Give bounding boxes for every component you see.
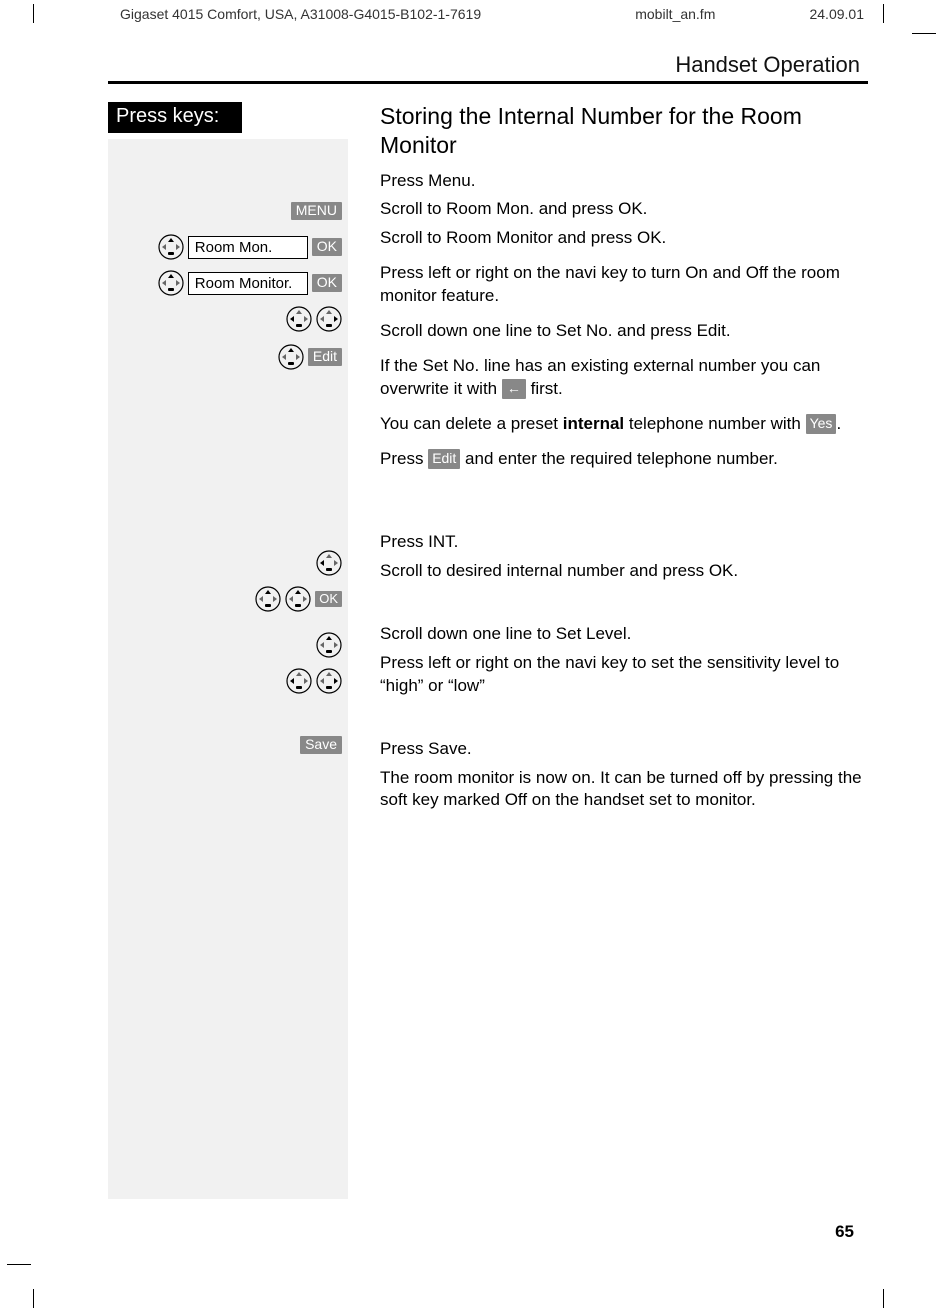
ok-button: OK <box>312 274 342 292</box>
key-row-down <box>108 631 342 659</box>
navi-key-icon <box>285 586 311 612</box>
doc-id: Gigaset 4015 Comfort, USA, A31008-G4015-… <box>120 6 481 22</box>
navi-left-icon <box>286 306 312 332</box>
navi-int-icon <box>316 550 342 576</box>
navi-key-icon <box>158 270 184 296</box>
doc-header: Gigaset 4015 Comfort, USA, A31008-G4015-… <box>120 6 864 22</box>
room-monitor-field: Room Monitor. <box>188 272 308 295</box>
key-row-lr <box>108 305 342 333</box>
step-set-no: Scroll down one line to Set No. and pres… <box>380 320 868 343</box>
step-scroll-internal: Scroll to desired internal number and pr… <box>380 560 868 583</box>
ok-button: OK <box>312 238 342 256</box>
save-button: Save <box>300 736 342 754</box>
section-title: Handset Operation <box>108 52 868 78</box>
navi-down-icon <box>316 632 342 658</box>
step-overwrite: If the Set No. line has an existing exte… <box>380 355 868 401</box>
step-on-off: Press left or right on the navi key to t… <box>380 262 868 308</box>
key-row-lr2 <box>108 667 342 695</box>
step-delete-internal: You can delete a preset internal telepho… <box>380 413 868 436</box>
step-set-level: Scroll down one line to Set Level. <box>380 623 868 646</box>
navi-key-icon <box>255 586 281 612</box>
navi-right-icon <box>316 668 342 694</box>
key-row-scroll-ok: OK <box>108 585 342 613</box>
internal-bold: internal <box>563 414 624 433</box>
key-row-menu: MENU <box>108 197 342 225</box>
step-room-mon: Scroll to Room Mon. and press OK. <box>380 198 868 221</box>
step-room-monitor: Scroll to Room Monitor and press OK. <box>380 227 868 250</box>
step-press-int: Press INT. <box>380 531 868 554</box>
key-row-save: Save <box>108 731 342 759</box>
navi-key-icon <box>158 234 184 260</box>
step-press-edit: Press Edit and enter the required teleph… <box>380 448 868 471</box>
doc-filename: mobilt_an.fm <box>635 6 715 22</box>
room-mon-field: Room Mon. <box>188 236 308 259</box>
doc-date: 24.09.01 <box>809 6 864 22</box>
key-row-room-monitor: Room Monitor. OK <box>108 269 342 297</box>
keys-panel: MENU Room Mon. OK Room Monitor. OK <box>108 139 348 1199</box>
key-row-int <box>108 549 342 577</box>
press-keys-heading: Press keys: <box>108 102 242 133</box>
page-title: Storing the Internal Number for the Room… <box>380 102 868 160</box>
step-press-save: Press Save. <box>380 738 868 761</box>
page-number: 65 <box>835 1222 854 1242</box>
menu-button: MENU <box>291 202 342 220</box>
step-sensitivity: Press left or right on the navi key to s… <box>380 652 868 698</box>
navi-right-icon <box>316 306 342 332</box>
navi-left-icon <box>286 668 312 694</box>
step-press-menu: Press Menu. <box>380 170 868 193</box>
navi-down-icon <box>278 344 304 370</box>
key-row-edit: Edit <box>108 343 342 371</box>
backspace-icon: ← <box>502 379 526 399</box>
key-row-room-mon: Room Mon. OK <box>108 233 342 261</box>
edit-inline-button: Edit <box>428 449 460 469</box>
yes-button: Yes <box>806 414 837 434</box>
section-rule <box>108 81 868 84</box>
ok-button: OK <box>315 591 342 607</box>
step-final: The room monitor is now on. It can be tu… <box>380 767 868 813</box>
edit-button: Edit <box>308 348 342 366</box>
